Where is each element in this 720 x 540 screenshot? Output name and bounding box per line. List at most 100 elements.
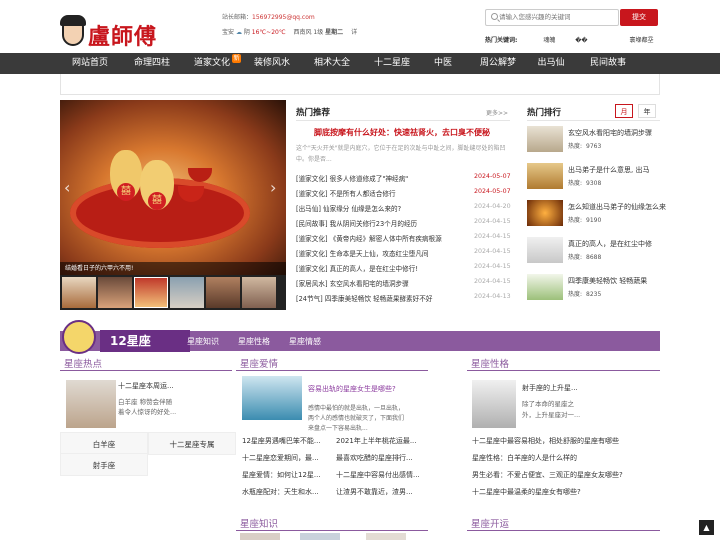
contact-email[interactable]: 156972995@qq.com	[252, 14, 315, 21]
character-article-desc: 除了本命的星座之	[522, 400, 574, 408]
back-to-top-button[interactable]: ▲	[699, 520, 714, 535]
nav-item-zhongyi[interactable]: 中医	[420, 53, 466, 74]
ranking-item-title[interactable]: 真正的高人，是在红尘中修	[568, 239, 652, 249]
slider-thumb[interactable]	[242, 277, 276, 308]
knowledge-thumb[interactable]	[366, 533, 406, 540]
knowledge-thumb[interactable]	[240, 533, 280, 540]
ranking-heat-value: 9763	[586, 143, 602, 150]
weather-day: 星期二	[325, 29, 344, 36]
band-link-character[interactable]: 星座性格	[238, 336, 270, 347]
weather-detail-link[interactable]: 详	[351, 29, 357, 36]
nav-item-xiangshu[interactable]: 相术大全	[304, 53, 360, 74]
nav-item-mingli[interactable]: 命理四柱	[124, 53, 180, 74]
character-article-desc: 外，上升星座对一...	[522, 411, 581, 419]
ranking-thumb[interactable]	[527, 237, 563, 263]
character-link[interactable]: 十二星座中最容易相处，相处舒服的星座有哪些	[472, 436, 619, 446]
slider-caption[interactable]: 结婚看日子的六甲六不用!	[60, 262, 286, 275]
nav-item-fengshui[interactable]: 装修风水	[244, 53, 300, 74]
band-link-love[interactable]: 星座情感	[289, 336, 321, 347]
new-badge: 新	[232, 54, 241, 63]
ranking-heat-label: 热度:	[568, 254, 583, 261]
hot-keyword[interactable]: ��	[575, 37, 587, 44]
slider-thumb[interactable]	[98, 277, 132, 308]
nav-item-xingzuo[interactable]: 十二星座	[364, 53, 420, 74]
ranking-title: 热门排行	[527, 108, 562, 118]
slider-prev-icon[interactable]: ‹	[64, 178, 70, 197]
love-link[interactable]: 星座爱情：如何让12星...	[242, 470, 321, 480]
love-link[interactable]: 让渣男不敢靠近，渣男...	[336, 487, 413, 497]
hot-keywords: 热门关键词: 魂魄 �� 寰堢都坖	[485, 35, 672, 44]
divider	[296, 120, 510, 121]
hot-keyword[interactable]: 魂魄	[543, 37, 555, 44]
knowledge-title[interactable]: 星座知识	[240, 516, 278, 530]
news-date: 2024-04-13	[474, 293, 511, 300]
character-link[interactable]: 男生必看：不爱占便宜、三观正的星座女友哪些?	[472, 470, 623, 480]
contact-info: 站长邮箱：156972995@qq.com	[222, 12, 315, 21]
character-article-image[interactable]	[472, 380, 516, 428]
tab-month[interactable]: 月	[615, 104, 633, 118]
character-article-title[interactable]: 射手座的上升星...	[522, 383, 578, 393]
search-input[interactable]	[497, 10, 617, 25]
character-title[interactable]: 星座性格	[471, 356, 509, 370]
news-date: 2024-04-15	[474, 233, 511, 240]
band-link-knowledge[interactable]: 星座知识	[187, 336, 219, 347]
weather-city: 宝安	[222, 29, 235, 36]
fortune-title[interactable]: 星座开运	[471, 516, 509, 530]
ranking-item-title[interactable]: 四季康美轻畅饮 轻畅蔬果	[568, 276, 647, 286]
love-link[interactable]: 十二星座恋爱期间，最...	[242, 453, 319, 463]
tab-year[interactable]: 年	[638, 104, 656, 118]
grid-cell-zodiac-special[interactable]: 十二星座专属	[148, 432, 236, 455]
hot-more-link[interactable]: 更多>>	[486, 108, 508, 117]
slider-next-icon[interactable]: ›	[270, 178, 276, 197]
love-link[interactable]: 最喜欢吃醋的星座排行...	[336, 453, 413, 463]
hotspot-article-title[interactable]: 十二星座本周运...	[118, 381, 174, 391]
grid-cell-sagittarius[interactable]: 射手座	[60, 453, 148, 476]
hotspot-article-desc: 着令人惊讶的好处...	[118, 408, 177, 416]
search-submit-button[interactable]: 提交	[620, 9, 658, 26]
ranking-heat: 热度: 8688	[568, 252, 601, 261]
ranking-item-title[interactable]: 怎么知道出马弟子的仙缘怎么来	[568, 202, 666, 212]
divider	[60, 370, 232, 371]
divider	[467, 370, 660, 371]
headline-link[interactable]: 脚底按摩有什么好处：快速祛肾火，去口臭不便秘	[314, 127, 490, 138]
site-logo[interactable]: 盧師傅	[88, 19, 157, 51]
nav-item-home[interactable]: 网站首页	[62, 53, 118, 74]
ranking-item-title[interactable]: 玄空风水看阳宅的墙洞步骤	[568, 128, 652, 138]
xingzuo-band-title[interactable]: 12星座	[110, 332, 151, 349]
ranking-heat-value: 8688	[586, 254, 602, 261]
hot-keyword[interactable]: 寰堢都坖	[630, 37, 654, 44]
character-link[interactable]: 星座性格：白羊座的人是什么样的	[472, 453, 577, 463]
news-date: 2024-04-20	[474, 203, 511, 210]
love-title[interactable]: 星座爱情	[240, 356, 278, 370]
love-article-desc: 两个人的感情也就破灭了，下面我们	[308, 415, 405, 422]
slider-thumb[interactable]	[170, 277, 204, 308]
slider-thumb[interactable]	[206, 277, 240, 308]
nav-item-jiemeng[interactable]: 周公解梦	[470, 53, 526, 74]
ranking-item-title[interactable]: 出马弟子是什么意思, 出马	[568, 165, 649, 175]
ranking-heat-label: 热度:	[568, 143, 583, 150]
hotspot-title[interactable]: 星座热点	[64, 356, 102, 370]
news-date: 2024-04-15	[474, 218, 511, 225]
ranking-thumb[interactable]	[527, 274, 563, 300]
hot-keywords-label: 热门关键词:	[485, 37, 518, 44]
love-link[interactable]: 2021年上半年桃花运最...	[336, 436, 417, 446]
divider	[236, 370, 428, 371]
love-article-image[interactable]	[242, 376, 302, 420]
ranking-thumb[interactable]	[527, 163, 563, 189]
news-date: 2024-05-07	[474, 188, 511, 195]
character-link[interactable]: 十二星座中最温柔的星座女有哪些?	[472, 487, 581, 497]
ranking-heat-label: 热度:	[568, 180, 583, 187]
slider-thumb[interactable]	[62, 277, 96, 308]
slider-thumb[interactable]	[134, 277, 168, 308]
hotspot-article-image[interactable]	[66, 380, 116, 428]
love-article-title[interactable]: 容易出轨的星座女生是哪些?	[308, 384, 396, 394]
grid-cell-aries[interactable]: 白羊座	[60, 432, 148, 455]
knowledge-thumb[interactable]	[300, 533, 340, 540]
ranking-thumb[interactable]	[527, 200, 563, 226]
nav-item-chumaxian[interactable]: 出马仙	[528, 53, 574, 74]
ranking-thumb[interactable]	[527, 126, 563, 152]
love-link[interactable]: 12星座男遇嘴巴笨不能...	[242, 436, 321, 446]
nav-item-minjian[interactable]: 民间故事	[580, 53, 636, 74]
love-link[interactable]: 水瓶座配对：天生和水...	[242, 487, 319, 497]
love-link[interactable]: 十二星座中容易付出感情...	[336, 470, 420, 480]
